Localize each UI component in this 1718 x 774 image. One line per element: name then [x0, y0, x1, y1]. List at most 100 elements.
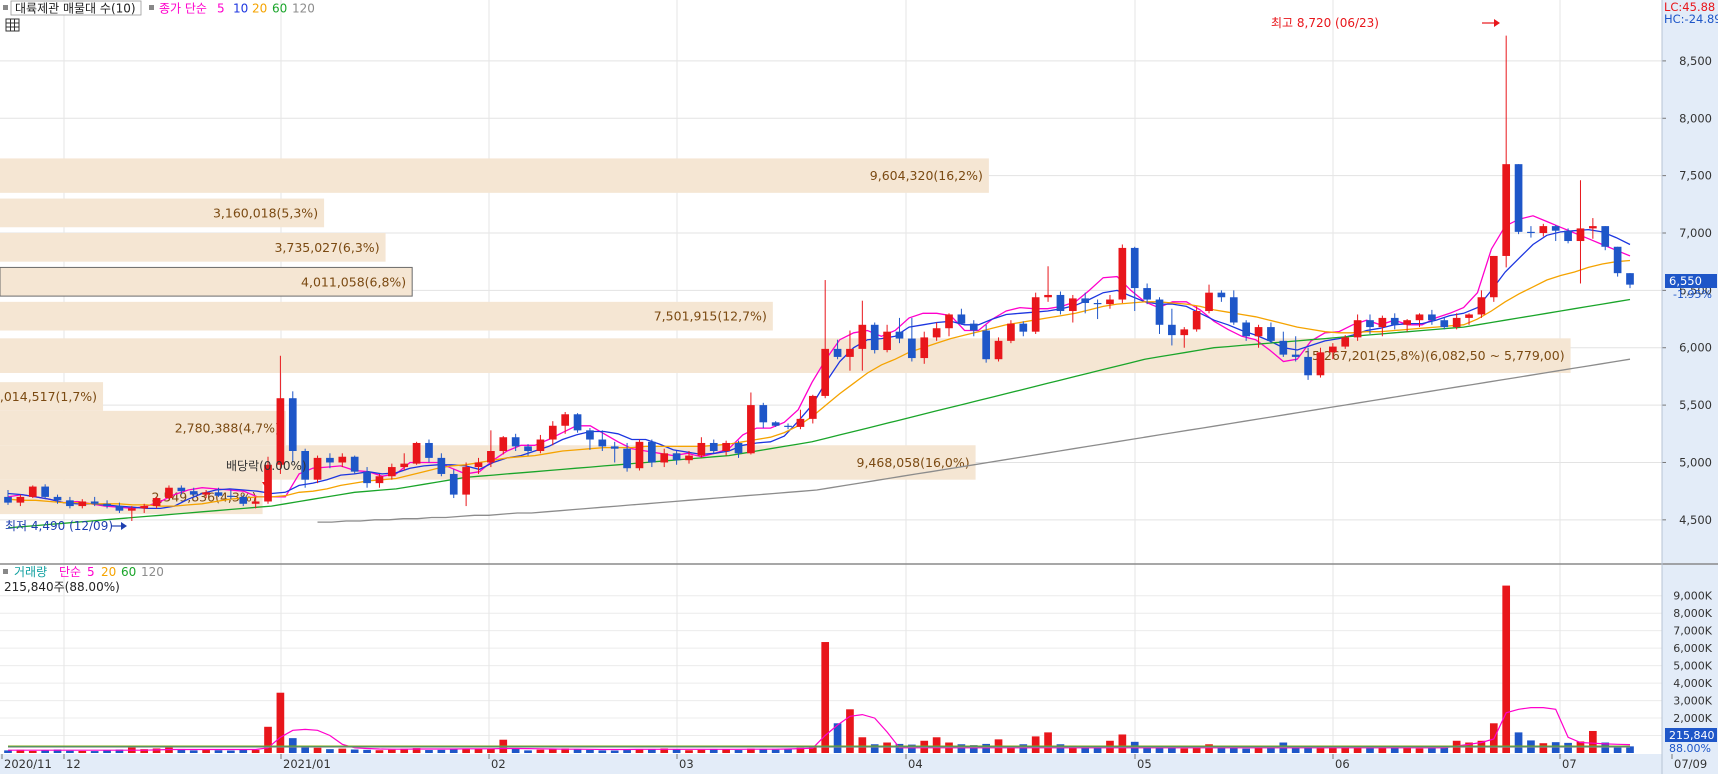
candle-body	[1564, 230, 1572, 242]
volume-bar	[375, 750, 384, 753]
volume-bar	[1564, 742, 1572, 753]
date-tick-label: 06	[1335, 757, 1350, 771]
candle-body	[598, 439, 607, 447]
volume-bar	[1254, 747, 1263, 753]
volume-bar	[189, 750, 198, 753]
volume-bar	[78, 750, 87, 753]
candle-body	[648, 441, 656, 463]
volume-ma-5-label: 5	[87, 565, 95, 579]
candle-body	[140, 506, 149, 509]
candle-body	[387, 467, 396, 477]
volume-bar	[387, 749, 396, 753]
volume-bar	[1415, 748, 1424, 753]
volume-tick-label: 8,000K	[1673, 607, 1712, 620]
volume-bar	[511, 748, 520, 753]
volume-bar	[1118, 734, 1127, 753]
candle-body	[870, 324, 879, 351]
volume-tick-label: 3,000K	[1673, 695, 1712, 708]
candle-body	[437, 457, 446, 474]
volume-bar	[90, 751, 99, 753]
candle-body	[41, 486, 49, 497]
candle-body	[1044, 294, 1052, 298]
candle-body	[16, 496, 25, 503]
stock-chart[interactable]: 9,604,320(16,2%) 3,160,018(5,3%) 3,735,027…	[0, 0, 1718, 774]
candle-body	[375, 476, 384, 484]
candle-body	[499, 437, 508, 451]
candle-body	[288, 398, 297, 451]
volume-tick-label: 4,000K	[1673, 677, 1712, 690]
candle-body	[672, 453, 681, 461]
candle-body	[1081, 298, 1090, 303]
volume-marker-icon	[3, 569, 8, 574]
candle-body	[1279, 340, 1288, 355]
candle-body	[858, 324, 867, 349]
candle-body	[1192, 311, 1201, 330]
volume-bar	[697, 749, 706, 753]
candle-body	[586, 430, 594, 440]
volume-tick-label: 6,000K	[1673, 642, 1712, 655]
candle-body	[1465, 314, 1473, 318]
price-tick-label: 8,500	[1679, 54, 1712, 68]
table-icon[interactable]	[5, 18, 20, 32]
current-volume-pct: 88.00%	[1669, 742, 1711, 755]
candle-body	[103, 503, 111, 507]
candle-body	[1031, 297, 1040, 332]
candle-body	[1489, 255, 1498, 298]
volume-bar	[1031, 736, 1040, 753]
volume-bar	[487, 748, 495, 753]
candle-body	[1143, 288, 1151, 300]
date-tick-label: 02	[491, 757, 506, 771]
candle-body	[1106, 299, 1114, 305]
volume-bar	[623, 750, 631, 753]
volume-bar	[474, 748, 483, 753]
volume-bar	[771, 749, 780, 753]
price-tick-label: 4,500	[1679, 513, 1712, 527]
candle-body	[1452, 317, 1461, 328]
candle-body	[1440, 320, 1449, 328]
price-tick-label: 6,000	[1679, 341, 1712, 355]
candle-body	[1093, 302, 1102, 305]
price-tick-label: 8,000	[1679, 111, 1712, 125]
candle-body	[313, 457, 322, 480]
volume-bar	[227, 750, 235, 753]
volume-bar	[536, 749, 545, 753]
candle-body	[957, 314, 966, 324]
candle-body	[524, 446, 532, 451]
candle-body	[115, 506, 124, 511]
candle-body	[1316, 352, 1325, 376]
volume-bar	[1229, 747, 1238, 753]
volume-profile-label: 1,014,517(1,7%)	[0, 389, 97, 404]
current-volume-marker: 215,840 88.00%	[1665, 728, 1717, 755]
ma-120-label: 120	[292, 2, 315, 16]
candle-body	[982, 330, 990, 360]
date-tick-label: 2020/11	[4, 757, 52, 771]
volume-bar	[932, 737, 941, 753]
candle-body	[276, 398, 285, 465]
candle-body	[784, 425, 792, 427]
candle-body	[214, 492, 223, 496]
volume-ma-label: 단순	[59, 565, 81, 579]
candle-body	[1366, 320, 1374, 328]
volume-profile-label: 9,604,320(16,2%)	[870, 168, 983, 183]
date-tick-label: 2021/01	[283, 757, 331, 771]
candle-body	[821, 348, 830, 396]
volume-profile-label: 4,011,058(6,8%)	[301, 274, 406, 289]
candle-body	[722, 442, 730, 451]
candle-body	[227, 495, 235, 497]
candle-body	[1527, 231, 1535, 234]
candle-body	[1229, 297, 1238, 323]
candle-body	[1539, 226, 1548, 233]
date-tick-label: 07/09	[1674, 757, 1707, 771]
candle-body	[90, 501, 99, 504]
candle-body	[808, 395, 817, 419]
volume-tick-label: 7,000K	[1673, 625, 1712, 638]
candle-body	[747, 405, 755, 454]
candle-body	[1428, 314, 1436, 321]
candle-body	[610, 446, 619, 449]
candle-body	[1502, 164, 1511, 256]
candle-body	[165, 487, 173, 499]
candle-body	[1329, 346, 1337, 353]
volume-bar	[449, 749, 458, 753]
candle-body	[548, 425, 557, 440]
volume-bar	[28, 750, 37, 753]
